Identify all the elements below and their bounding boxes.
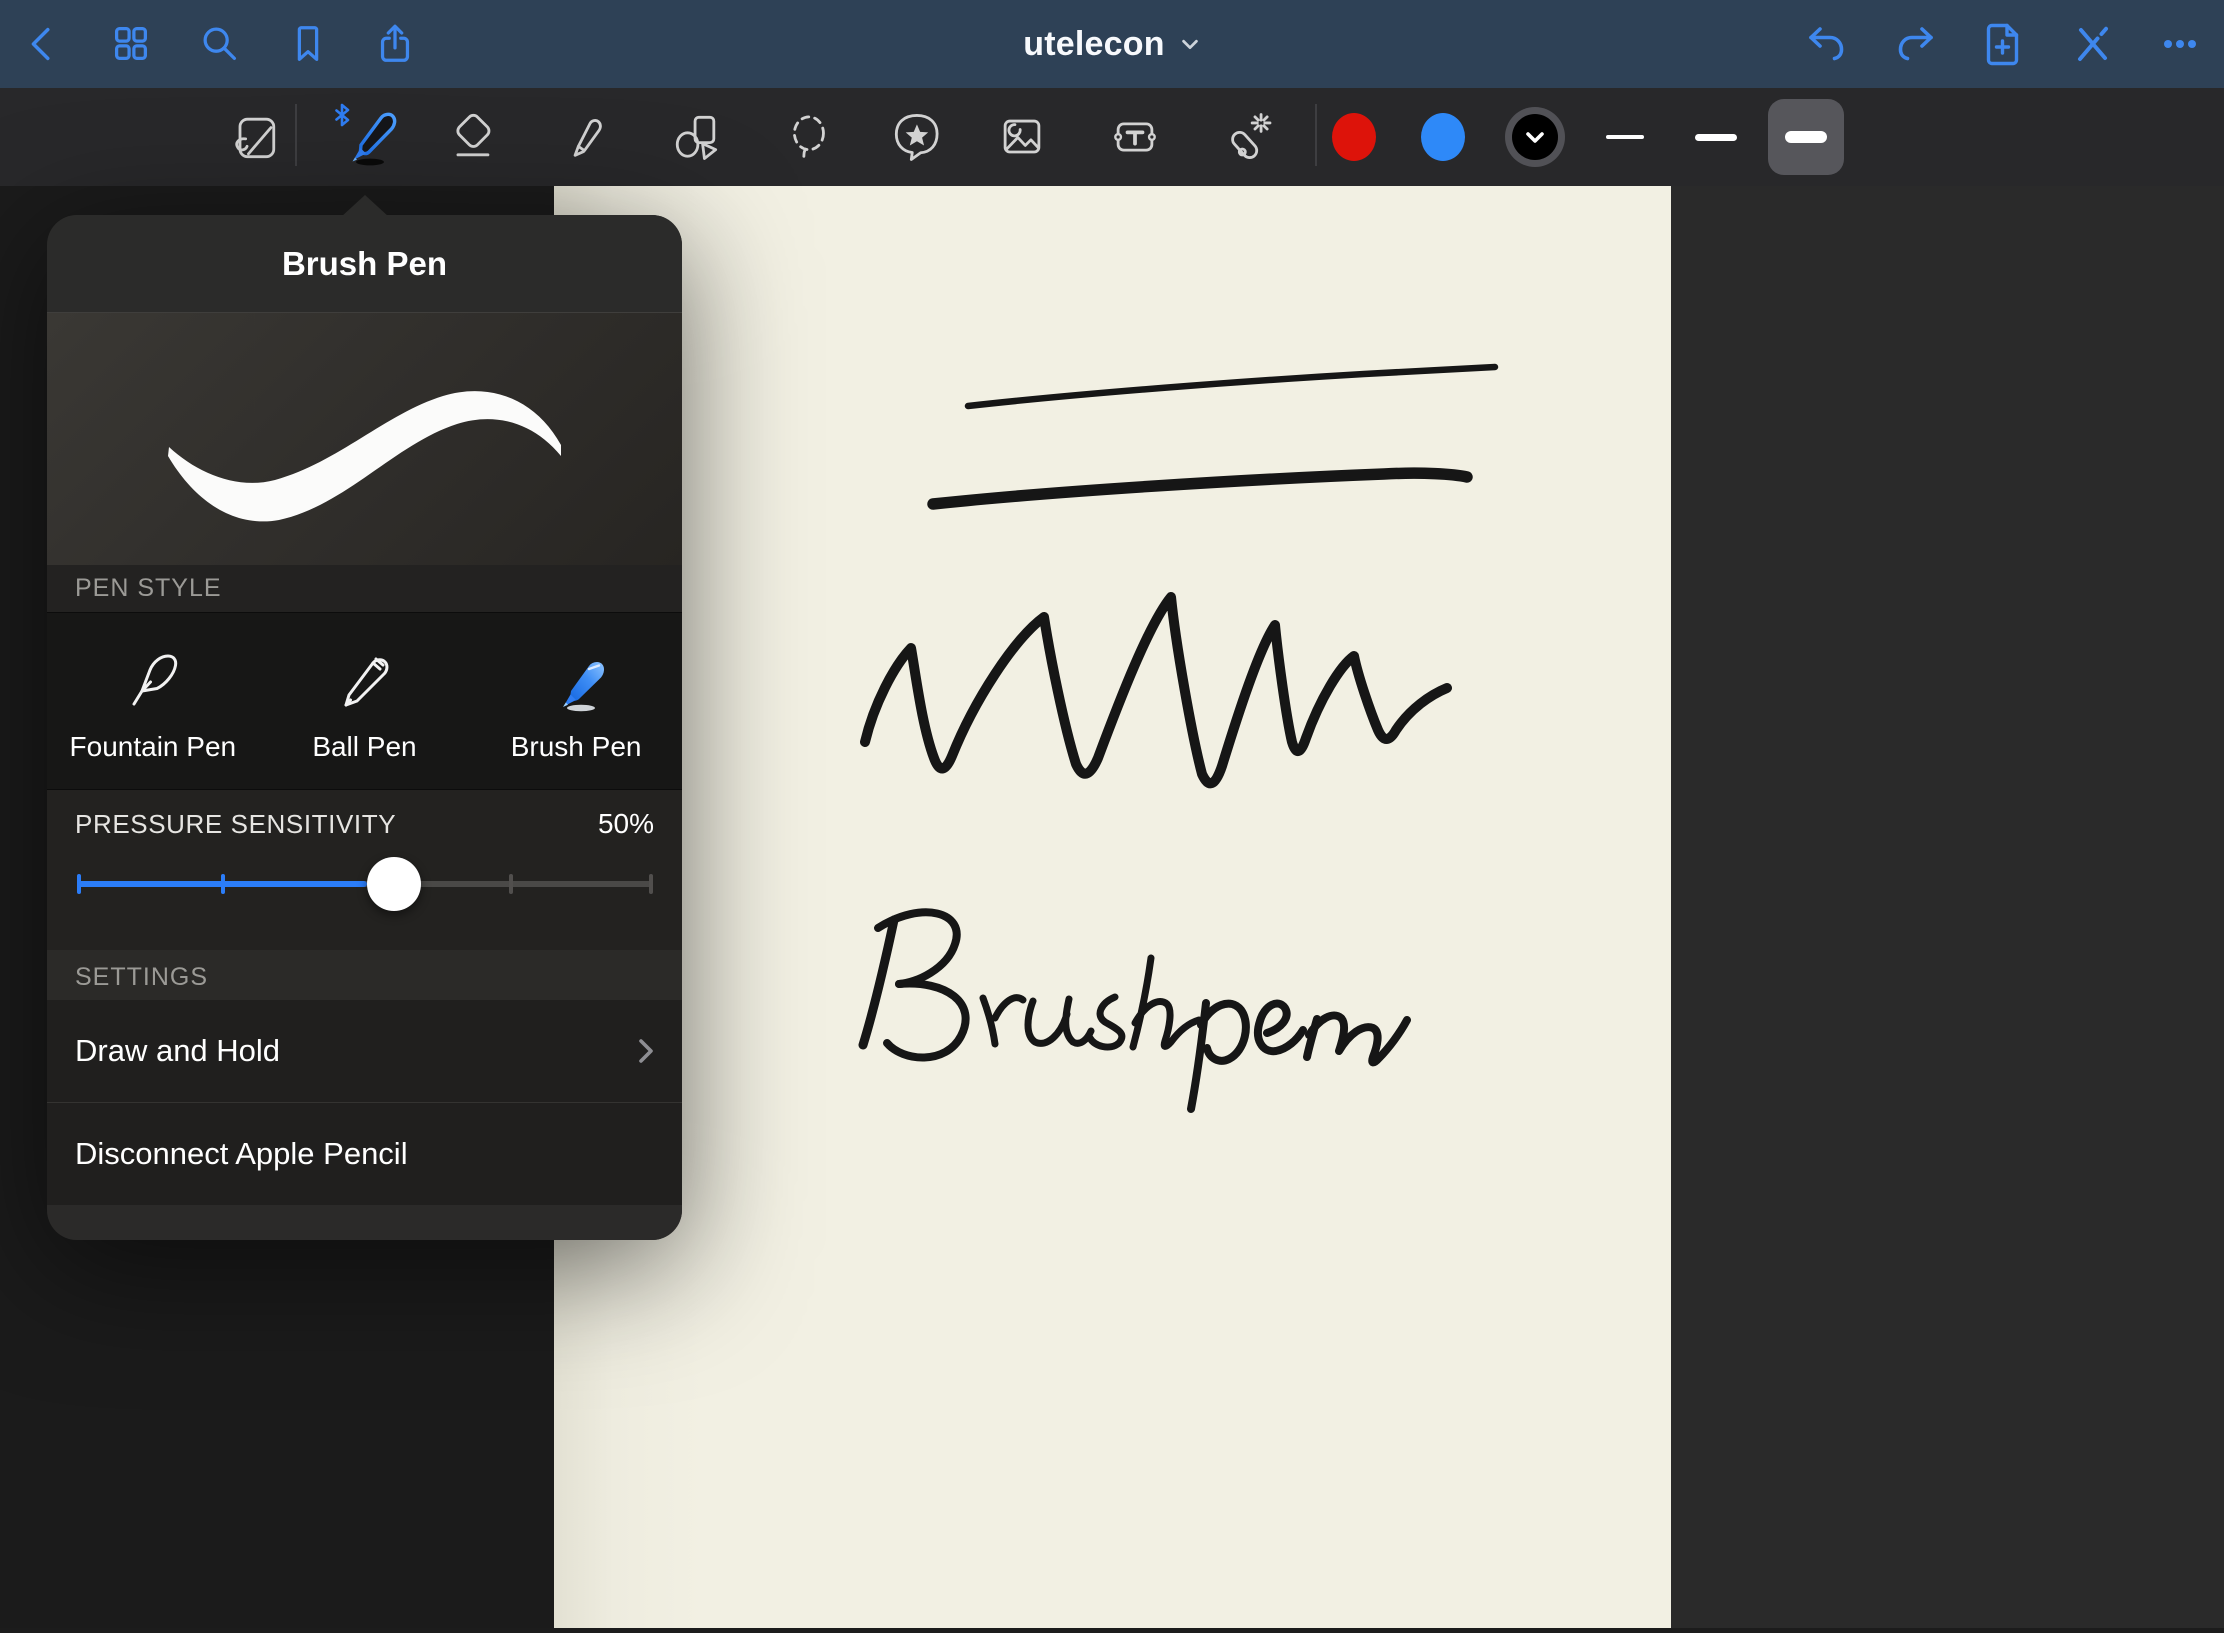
brush-pen-label: Brush Pen bbox=[511, 731, 642, 763]
workspace-background-right bbox=[1671, 186, 2224, 1628]
handwriting-strokes bbox=[554, 186, 1671, 1628]
color-swatch-red[interactable] bbox=[1316, 99, 1392, 175]
top-navigation-bar: utelecon bbox=[0, 0, 2224, 88]
blue-color-icon bbox=[1405, 99, 1481, 175]
undo-icon bbox=[1803, 20, 1851, 68]
popover-header: Brush Pen bbox=[47, 215, 682, 313]
fountain-pen-icon bbox=[117, 637, 189, 729]
undo-button[interactable] bbox=[1795, 8, 1859, 80]
draw-and-hold-label: Draw and Hold bbox=[75, 1033, 280, 1069]
redo-button[interactable] bbox=[1883, 8, 1947, 80]
settings-label: SETTINGS bbox=[75, 963, 208, 992]
read-mode-button[interactable] bbox=[217, 99, 293, 175]
pen-style-ball-pen[interactable]: Ball Pen bbox=[259, 613, 471, 789]
pencil-cross-icon bbox=[2069, 20, 2117, 68]
brush-stroke-preview-graphic bbox=[47, 313, 682, 565]
slider-tick-25 bbox=[221, 874, 225, 894]
color-swatch-black-selected[interactable] bbox=[1497, 99, 1573, 175]
settings-rows: Draw and Hold Disconnect Apple Pencil bbox=[47, 1000, 682, 1205]
highlighter-tool-button[interactable] bbox=[546, 99, 622, 175]
highlighter-icon bbox=[554, 107, 614, 167]
brush-pen-popover: Brush Pen PEN STYLE Fountain Pen bbox=[47, 215, 682, 1240]
red-color-icon bbox=[1316, 99, 1392, 175]
pen-tool-icon bbox=[328, 99, 404, 175]
sticker-star-icon bbox=[886, 107, 946, 167]
lasso-icon bbox=[778, 107, 838, 167]
text-icon bbox=[1105, 107, 1165, 167]
image-tool-button[interactable] bbox=[984, 99, 1060, 175]
eraser-tool-button[interactable] bbox=[434, 99, 510, 175]
pen-style-selector: Fountain Pen Ball Pen bbox=[47, 612, 682, 790]
pressure-sensitivity-label: PRESSURE SENSITIVITY bbox=[75, 809, 396, 840]
stroke-width-thick-button-selected[interactable] bbox=[1768, 99, 1844, 175]
pen-style-brush-pen-selected[interactable]: Brush Pen bbox=[470, 613, 682, 789]
shapes-icon bbox=[666, 107, 726, 167]
thin-line-icon bbox=[1606, 135, 1644, 139]
settings-section-header: SETTINGS bbox=[47, 950, 682, 1000]
ellipsis-icon bbox=[2156, 20, 2204, 68]
toolbar-divider bbox=[295, 104, 297, 166]
add-page-button[interactable] bbox=[1971, 8, 2035, 80]
disconnect-apple-pencil-row[interactable]: Disconnect Apple Pencil bbox=[47, 1102, 682, 1205]
pen-style-section-header: PEN STYLE bbox=[47, 565, 682, 612]
image-icon bbox=[992, 107, 1052, 167]
disconnect-apple-pencil-label: Disconnect Apple Pencil bbox=[75, 1136, 408, 1172]
pressure-sensitivity-value: 50% bbox=[598, 808, 654, 840]
handwritten-brush-pen-word bbox=[863, 912, 1407, 1109]
slider-tick-75 bbox=[509, 874, 513, 894]
pressure-sensitivity-slider[interactable] bbox=[75, 848, 654, 920]
chevron-right-icon bbox=[634, 1035, 658, 1067]
ball-pen-icon bbox=[328, 637, 400, 729]
medium-line-icon bbox=[1695, 134, 1737, 141]
color-swatch-blue[interactable] bbox=[1405, 99, 1481, 175]
pressure-sensitivity-section: PRESSURE SENSITIVITY 50% bbox=[47, 790, 682, 950]
pen-style-label: PEN STYLE bbox=[75, 574, 222, 603]
fountain-pen-label: Fountain Pen bbox=[70, 731, 237, 763]
chevron-down-icon bbox=[1179, 33, 1201, 55]
redo-icon bbox=[1891, 20, 1939, 68]
lasso-tool-button[interactable] bbox=[770, 99, 846, 175]
popover-footer bbox=[47, 1205, 682, 1240]
laser-pointer-tool-button[interactable] bbox=[1209, 99, 1285, 175]
slider-tick-100 bbox=[649, 874, 653, 894]
brush-pen-icon bbox=[540, 637, 612, 729]
add-page-icon bbox=[1979, 20, 2027, 68]
stroke-width-medium-button[interactable] bbox=[1678, 99, 1754, 175]
shapes-tool-button[interactable] bbox=[658, 99, 734, 175]
pen-tool-button[interactable] bbox=[328, 99, 404, 175]
slider-thumb[interactable] bbox=[367, 857, 421, 911]
sticker-tool-button[interactable] bbox=[878, 99, 954, 175]
stroke-preview bbox=[47, 313, 682, 565]
eraser-icon bbox=[442, 107, 502, 167]
stop-editing-button[interactable] bbox=[2061, 8, 2125, 80]
read-mode-icon bbox=[225, 107, 285, 167]
black-color-selected-icon bbox=[1497, 99, 1573, 175]
text-tool-button[interactable] bbox=[1097, 99, 1173, 175]
pen-style-fountain-pen[interactable]: Fountain Pen bbox=[47, 613, 259, 789]
popover-arrow bbox=[341, 195, 389, 217]
laser-pointer-icon bbox=[1217, 107, 1277, 167]
ball-pen-label: Ball Pen bbox=[312, 731, 416, 763]
slider-tick-0 bbox=[77, 874, 81, 894]
more-options-button[interactable] bbox=[2148, 8, 2212, 80]
popover-title: Brush Pen bbox=[282, 245, 447, 283]
drawing-toolbar bbox=[0, 88, 2224, 186]
thick-line-icon bbox=[1785, 131, 1827, 143]
draw-and-hold-row[interactable]: Draw and Hold bbox=[47, 1000, 682, 1102]
stroke-width-thin-button[interactable] bbox=[1587, 99, 1663, 175]
page-title: utelecon bbox=[1023, 25, 1164, 64]
note-page-canvas[interactable] bbox=[554, 186, 1671, 1628]
